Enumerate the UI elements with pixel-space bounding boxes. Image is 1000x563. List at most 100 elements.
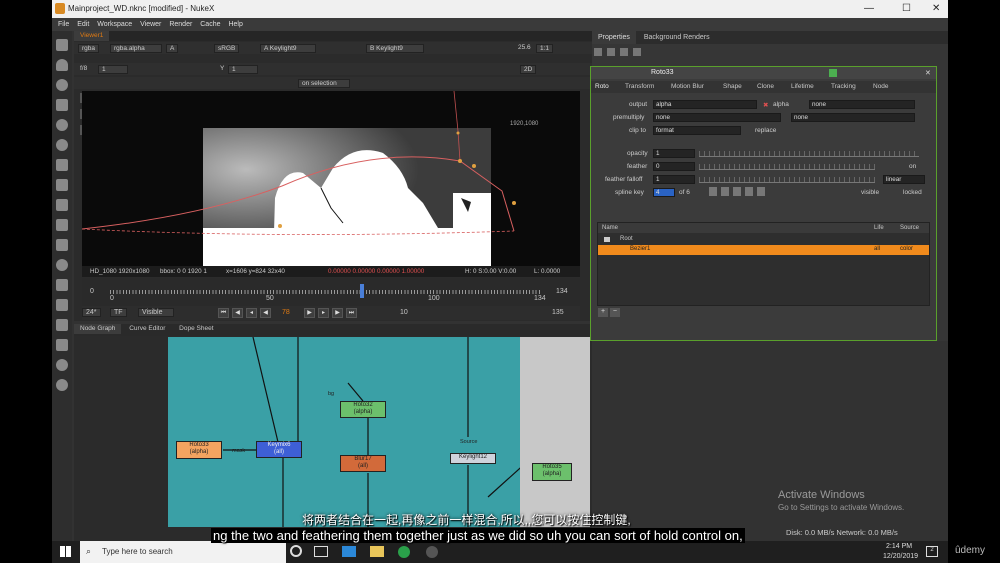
node-graph-canvas-right[interactable]: Roto35 (alpha) [520,337,590,527]
node-keylight12[interactable]: Keylight12 [450,453,496,464]
remove-layer-button[interactable]: − [609,308,620,317]
other-tool-icon[interactable] [56,339,68,351]
current-frame-field[interactable]: 78 [282,309,290,316]
deep-tool-icon[interactable] [56,259,68,271]
premultiply-channel-dropdown[interactable]: none [791,113,915,122]
tab-dope-sheet[interactable]: Dope Sheet [173,324,219,334]
taskbar-search-box[interactable]: ⌕ Type here to search [80,541,286,563]
falloff-type-dropdown[interactable]: linear [883,175,925,184]
next-frame-button[interactable]: ▸ [318,308,329,318]
tab-viewer1[interactable]: Viewer1 [74,31,110,41]
menu-help[interactable]: Help [228,21,242,28]
roi-dropdown[interactable]: on selection [298,79,350,88]
layer-row-root[interactable]: Root [598,235,929,245]
viewer-canvas[interactable]: 1920,1080 [82,91,580,266]
colorspace-dropdown[interactable]: sRGB [214,44,240,53]
views-tool-icon[interactable] [56,279,68,291]
prev-key-button[interactable]: ◀ [232,308,243,318]
tab-background-renders[interactable]: Background Renders [638,31,716,44]
opacity-field[interactable]: 1 [653,149,695,158]
tab-shape[interactable]: Shape [723,83,742,90]
nuke-taskbar-icon[interactable] [426,546,438,558]
next-key-button[interactable]: ▶ [332,308,343,318]
channel-tool-icon[interactable] [56,99,68,111]
menu-viewer[interactable]: Viewer [140,21,161,28]
visible-dropdown[interactable]: Visible [138,308,174,317]
file-explorer-icon[interactable] [370,546,384,557]
color-tool-icon[interactable] [56,119,68,131]
metadata-tool-icon[interactable] [56,299,68,311]
a-node-dropdown[interactable]: A Keylight9 [260,44,316,53]
visible-checkbox[interactable]: visible [861,189,879,196]
tab-lifetime[interactable]: Lifetime [791,83,814,90]
tab-node-graph[interactable]: Node Graph [74,324,122,334]
clear-panels-icon[interactable] [606,48,615,56]
premultiply-dropdown[interactable]: none [653,113,781,122]
tab-motion-blur[interactable]: Motion Blur [671,83,704,90]
cortana-icon[interactable] [290,545,302,557]
tab-clone[interactable]: Clone [757,83,774,90]
alpha-x-icon[interactable]: ✖ [763,101,768,109]
tab-transform[interactable]: Transform [625,83,654,90]
node-blur17[interactable]: Blur17 (all) [340,455,386,472]
node-roto35[interactable]: Roto35 (alpha) [532,463,572,481]
timeline-out-field[interactable]: 134 [556,288,568,295]
replace-checkbox-label[interactable]: replace [755,127,776,134]
first-frame-button[interactable]: ⏮ [218,308,229,318]
tab-roto[interactable]: Roto [595,83,609,90]
keyer-tool-icon[interactable] [56,159,68,171]
end-frame-field[interactable]: 135 [552,309,564,316]
timeline-in-field[interactable]: 0 [90,288,94,295]
b-node-dropdown[interactable]: B Keylight9 [366,44,424,53]
furnace-tool-icon[interactable] [56,359,68,371]
tf-dropdown[interactable]: TF [110,308,127,317]
feather-falloff-field[interactable]: 1 [653,175,695,184]
play-forward-button[interactable]: ▶ [304,308,315,318]
node-graph-canvas[interactable]: Roto33 (alpha) mask Keymix6 (all) bg Roto3… [168,337,520,527]
clock-date[interactable]: 12/20/2019 [883,553,918,560]
close-panel-icon[interactable]: ✕ [925,69,931,77]
lock-panels-icon[interactable] [619,48,628,56]
clock-time[interactable]: 2:14 PM [886,543,912,550]
close-button[interactable]: ✕ [932,3,940,14]
gamma-field[interactable]: 1 [228,65,258,74]
menu-edit[interactable]: Edit [77,21,89,28]
menu-file[interactable]: File [58,21,69,28]
layer-row-bezier1[interactable]: Bezier1 all color [598,245,929,255]
spline-key-field[interactable]: 4 [653,188,675,197]
node-name-field[interactable]: Roto33 [651,69,674,76]
image-tool-icon[interactable] [56,39,68,51]
node-roto32[interactable]: Roto32 (alpha) [340,401,386,418]
view-mode-dropdown[interactable]: 2D [520,65,537,74]
last-frame-button[interactable]: ⏭ [346,308,357,318]
timeline-ruler[interactable] [110,290,540,294]
merge-tool-icon[interactable] [56,179,68,191]
timeline-playhead[interactable] [360,284,364,298]
timeline[interactable]: 0 0 50 100 134 134 [82,278,580,306]
fps-dropdown[interactable]: 24* [82,308,101,317]
menu-workspace[interactable]: Workspace [97,21,132,28]
a-input-dropdown[interactable]: A [166,44,179,53]
tab-properties[interactable]: Properties [592,31,636,44]
node-roto33[interactable]: Roto33 (alpha) [176,441,222,459]
key-navigation-icons[interactable] [709,187,769,196]
filter-tool-icon[interactable] [56,139,68,151]
node-keymix6[interactable]: Keymix6 (all) [256,441,302,458]
prev-frame-button[interactable]: ◂ [246,308,257,318]
menu-cache[interactable]: Cache [200,21,220,28]
edge-icon[interactable] [342,546,356,557]
windows-start-icon[interactable] [60,546,71,557]
particles-tool-icon[interactable] [56,239,68,251]
maximize-button[interactable]: ☐ [902,3,911,14]
ocula-tool-icon[interactable] [56,379,68,391]
fstop-field[interactable]: 1 [98,65,128,74]
output-channel-dropdown[interactable]: none [809,100,915,109]
notification-center-icon[interactable]: 2 [926,546,938,557]
step-field[interactable]: 10 [400,309,408,316]
clipto-dropdown[interactable]: format [653,126,741,135]
3d-tool-icon[interactable] [56,219,68,231]
channels-dropdown[interactable]: rgba [78,44,100,53]
feather-slider[interactable] [699,164,875,170]
locked-checkbox[interactable]: locked [903,189,922,196]
menu-render[interactable]: Render [169,21,192,28]
